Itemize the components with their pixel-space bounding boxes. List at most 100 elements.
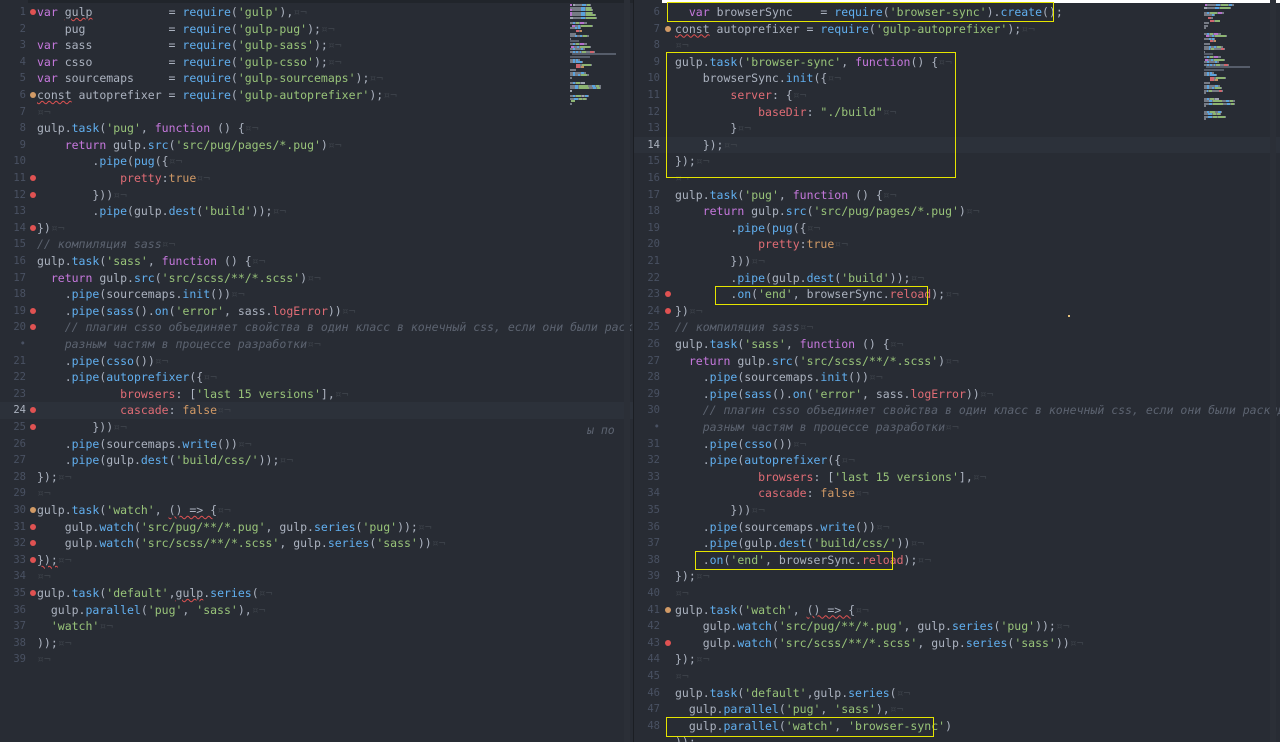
code-text[interactable]: ¤¬ — [675, 585, 689, 602]
code-line[interactable]: 3 var sass = require('gulp-sass');¤¬ — [0, 37, 633, 54]
line-number[interactable]: 38 — [0, 635, 26, 652]
code-text[interactable]: gulp.watch('src/scss/**/*.scss', gulp.se… — [37, 535, 446, 552]
line-number[interactable]: • — [634, 419, 660, 436]
code-text[interactable]: });¤¬ — [675, 137, 738, 154]
line-number[interactable]: 7 — [0, 104, 26, 121]
code-line[interactable]: 25 // компиляция sass¤¬ — [634, 319, 1280, 336]
code-line[interactable]: 33});¤¬ — [0, 552, 633, 569]
line-number[interactable]: 24 — [0, 402, 26, 419]
line-number[interactable]: 12 — [0, 187, 26, 204]
breakpoint-marker-icon[interactable] — [30, 424, 36, 430]
code-text[interactable]: gulp.task('watch', () => {¤¬ — [675, 602, 869, 619]
line-number[interactable]: 43 — [634, 635, 660, 652]
code-text[interactable]: .pipe(csso())¤¬ — [37, 353, 169, 370]
code-text[interactable]: cascade: false¤¬ — [675, 485, 869, 502]
code-text[interactable]: });¤¬ — [37, 469, 72, 486]
line-number[interactable]: 33 — [0, 552, 26, 569]
code-text[interactable]: ¤¬ — [675, 170, 689, 187]
line-number[interactable]: 22 — [0, 369, 26, 386]
line-number[interactable]: 34 — [0, 568, 26, 585]
line-number[interactable]: 37 — [634, 535, 660, 552]
code-text[interactable]: .pipe(sass().on('error', sass.logError))… — [675, 386, 994, 403]
left-minimap[interactable] — [570, 4, 618, 124]
code-text[interactable]: baseDir: "./build"¤¬ — [675, 104, 897, 121]
code-line[interactable]: 16 gulp.task('sass', function () {¤¬ — [0, 253, 633, 270]
line-number[interactable]: 27 — [0, 452, 26, 469]
line-number[interactable]: 6 — [0, 87, 26, 104]
line-number[interactable]: 25 — [634, 319, 660, 336]
code-line[interactable]: 25 }))¤¬ — [0, 419, 633, 436]
line-number[interactable]: 15 — [0, 236, 26, 253]
code-line[interactable]: 35 gulp.task('default',gulp.series(¤¬ — [0, 585, 633, 602]
line-number[interactable]: 18 — [0, 286, 26, 303]
line-number[interactable]: 13 — [0, 203, 26, 220]
code-text[interactable]: .pipe(sourcemaps.init())¤¬ — [675, 369, 883, 386]
code-line[interactable]: 39 ¤¬ — [0, 651, 633, 668]
code-text[interactable]: return gulp.src('src/pug/pages/*.pug')¤¬ — [675, 203, 980, 220]
line-number[interactable]: 38 — [634, 552, 660, 569]
line-number[interactable]: 41 — [634, 602, 660, 619]
code-line[interactable]: 38 .on('end', browserSync.reload);¤¬ — [634, 552, 1280, 569]
line-number[interactable]: 21 — [0, 353, 26, 370]
line-number[interactable]: 3 — [0, 37, 26, 54]
code-text[interactable]: gulp.task('pug', function () {¤¬ — [37, 120, 259, 137]
line-number[interactable]: 8 — [634, 37, 660, 54]
line-number[interactable]: 10 — [634, 70, 660, 87]
breakpoint-marker-icon[interactable] — [30, 9, 36, 15]
code-text[interactable]: server: {¤¬ — [675, 87, 806, 104]
code-line[interactable]: 19 .pipe(pug({¤¬ — [634, 220, 1280, 237]
code-line[interactable]: 30 // плагин csso объединяет свойства в … — [634, 402, 1280, 419]
code-line[interactable]: 33 browsers: ['last 15 versions'],¤¬ — [634, 469, 1280, 486]
code-text[interactable]: разным частям в процессе разработки¤¬ — [675, 419, 959, 436]
code-line[interactable]: 8 gulp.task('pug', function () {¤¬ — [0, 120, 633, 137]
code-line[interactable]: 34 cascade: false¤¬ — [634, 485, 1280, 502]
code-text[interactable]: gulp.task('sass', function () {¤¬ — [675, 336, 904, 353]
code-line[interactable]: 37 .pipe(gulp.dest('build/css/'))¤¬ — [634, 535, 1280, 552]
modified-marker-icon[interactable] — [665, 25, 671, 32]
code-line[interactable]: 26 .pipe(sourcemaps.write())¤¬ — [0, 436, 633, 453]
code-text[interactable]: });¤¬ — [675, 651, 710, 668]
line-number[interactable]: 39 — [0, 651, 26, 668]
code-line[interactable]: 36 gulp.parallel('pug', 'sass'),¤¬ — [0, 602, 633, 619]
line-number[interactable]: 35 — [0, 585, 26, 602]
line-number[interactable]: 17 — [0, 270, 26, 287]
code-line[interactable]: 20 // плагин csso объединяет свойства в … — [0, 319, 633, 336]
line-number[interactable]: 31 — [634, 436, 660, 453]
line-number[interactable]: 26 — [0, 436, 26, 453]
line-number[interactable]: 29 — [634, 386, 660, 403]
code-line[interactable]: 10 browserSync.init({¤¬ — [634, 70, 1280, 87]
line-number[interactable]: 28 — [634, 369, 660, 386]
breakpoint-marker-icon[interactable] — [30, 407, 36, 414]
code-text[interactable]: })¤¬ — [675, 303, 703, 320]
code-line[interactable]: 7 ¤¬ — [0, 104, 633, 121]
code-line[interactable]: • разным частям в процессе разработки¤¬ — [0, 336, 633, 353]
breakpoint-marker-icon[interactable] — [665, 291, 671, 298]
code-text[interactable]: gulp.watch('src/scss/**/*.scss', gulp.se… — [675, 635, 1084, 652]
code-line[interactable]: 11 server: {¤¬ — [634, 87, 1280, 104]
line-number[interactable]: 33 — [634, 469, 660, 486]
code-line[interactable]: 13 }¤¬ — [634, 120, 1280, 137]
code-line[interactable]: 37 'watch'¤¬ — [0, 618, 633, 635]
code-text[interactable]: .pipe(sourcemaps.write())¤¬ — [675, 519, 890, 536]
line-number[interactable]: 22 — [634, 270, 660, 287]
code-line[interactable]: • разным частям в процессе разработки¤¬ — [634, 419, 1280, 436]
code-line[interactable]: 41 gulp.task('watch', () => {¤¬ — [634, 602, 1280, 619]
line-number[interactable]: 24 — [634, 303, 660, 320]
code-line[interactable]: 6 var browserSync = require('browser-syn… — [634, 4, 1280, 21]
code-line[interactable]: 36 .pipe(sourcemaps.write())¤¬ — [634, 519, 1280, 536]
code-text[interactable]: var csso = require('gulp-csso');¤¬ — [37, 54, 342, 71]
code-line[interactable]: 11 pretty:true¤¬ — [0, 170, 633, 187]
code-text[interactable]: .pipe(sourcemaps.init())¤¬ — [37, 286, 245, 303]
breakpoint-marker-icon[interactable] — [665, 307, 671, 314]
code-line[interactable]: 9 return gulp.src('src/pug/pages/*.pug')… — [0, 137, 633, 154]
code-text[interactable]: gulp.task('pug', function () {¤¬ — [675, 187, 897, 204]
modified-marker-icon[interactable] — [30, 92, 36, 98]
left-editor-pane[interactable]: 1 var gulp = require('gulp'),¤¬ 2 pug = re… — [0, 0, 634, 742]
line-number[interactable]: 4 — [0, 54, 26, 71]
code-line[interactable]: 22 .pipe(gulp.dest('build'));¤¬ — [634, 270, 1280, 287]
code-line[interactable]: 12 baseDir: "./build"¤¬ — [634, 104, 1280, 121]
line-number[interactable]: 36 — [0, 602, 26, 619]
code-text[interactable]: const autoprefixer = require('gulp-autop… — [37, 87, 397, 104]
code-line[interactable]: 23 browsers: ['last 15 versions'],¤¬ — [0, 386, 633, 403]
line-number[interactable]: 34 — [634, 485, 660, 502]
